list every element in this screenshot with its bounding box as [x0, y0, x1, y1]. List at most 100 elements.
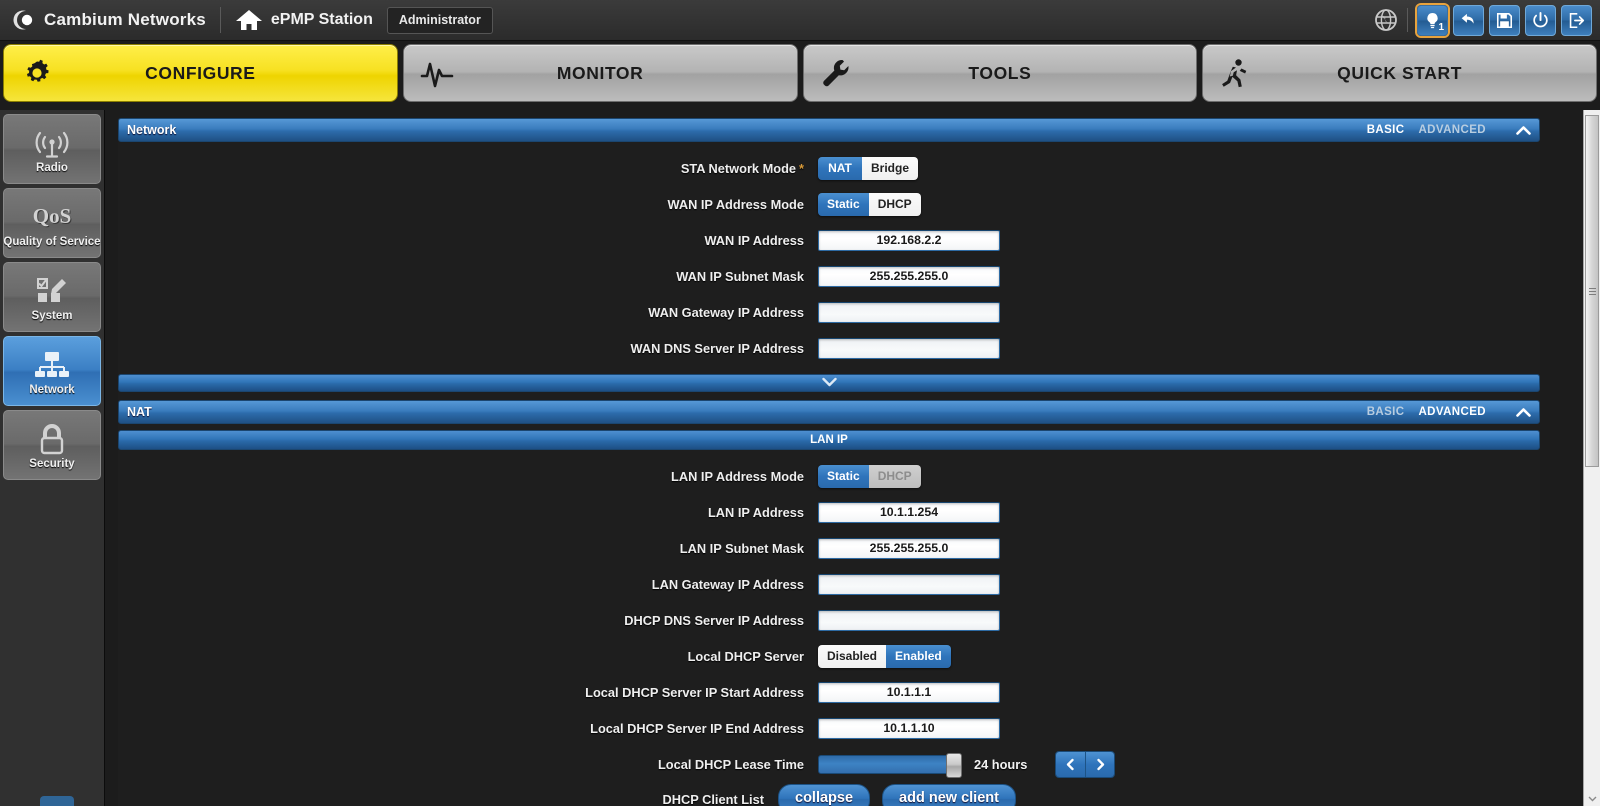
field-label: DHCP DNS Server IP Address — [118, 613, 818, 628]
toggle-option-disabled[interactable]: Disabled — [818, 645, 886, 668]
sidebar-item-quality-of-service[interactable]: QoS Quality of Service — [3, 188, 101, 258]
collapse-button[interactable]: collapse — [778, 784, 870, 806]
main-tabs: CONFIGURE MONITOR TOOLS QUICK START — [0, 44, 1600, 104]
scrollbar-thumb[interactable] — [1585, 115, 1599, 467]
row-lan-ip-address: LAN IP Address 10.1.1.254 — [118, 494, 1540, 530]
wrench-icon — [820, 57, 852, 89]
nat-advanced-link[interactable]: ADVANCED — [1418, 406, 1486, 418]
scroll-down-icon[interactable] — [1585, 791, 1599, 805]
lease-time-stepper — [1055, 751, 1115, 778]
sidebar-item-label: System — [32, 310, 73, 322]
lan-ip-subnet-mask-input[interactable]: 255.255.255.0 — [818, 538, 1000, 559]
chevron-up-icon[interactable] — [1516, 407, 1531, 418]
lease-time-value: 24 hours — [974, 757, 1027, 772]
row-wan-gateway-ip: WAN Gateway IP Address — [118, 294, 1540, 330]
role-badge[interactable]: Administrator — [387, 7, 493, 34]
dhcp-end-address-input[interactable]: 10.1.1.10 — [818, 718, 1000, 739]
qos-icon: QoS — [33, 199, 72, 235]
lan-gateway-ip-input[interactable] — [818, 574, 1000, 595]
tab-tools[interactable]: TOOLS — [803, 44, 1198, 102]
network-advanced-link[interactable]: ADVANCED — [1418, 124, 1486, 136]
power-button[interactable] — [1525, 5, 1556, 36]
panel-title: Network — [127, 123, 176, 137]
help-badge: 1 — [1438, 23, 1444, 33]
section-label: LAN IP — [810, 434, 848, 446]
nat-panel-header: NAT BASIC ADVANCED — [118, 400, 1540, 424]
device-name: ePMP Station — [271, 11, 373, 29]
toggle-option-bridge[interactable]: Bridge — [862, 157, 918, 180]
lan-ip-address-input[interactable]: 10.1.1.254 — [818, 502, 1000, 523]
wan-ip-address-mode-toggle[interactable]: Static DHCP — [818, 193, 921, 216]
field-label: DHCP Client List — [118, 792, 778, 806]
row-sta-network-mode: STA Network Mode* NAT Bridge — [118, 150, 1540, 186]
wan-ip-address-input[interactable]: 192.168.2.2 — [818, 230, 1000, 251]
chevron-right-icon[interactable] — [1085, 752, 1114, 777]
lease-time-control: 24 hours — [818, 751, 1115, 778]
sta-network-mode-toggle[interactable]: NAT Bridge — [818, 157, 918, 180]
lan-ip-section-bar: LAN IP — [118, 430, 1540, 450]
field-label: LAN IP Subnet Mask — [118, 541, 818, 556]
field-label: Local DHCP Lease Time — [118, 757, 818, 772]
field-label: Local DHCP Server IP Start Address — [118, 685, 818, 700]
sidebar-item-label: Security — [29, 458, 74, 470]
brand-name: Cambium Networks — [44, 10, 206, 30]
toggle-option-static[interactable]: Static — [818, 193, 869, 216]
sidebar-item-security[interactable]: Security — [3, 410, 101, 480]
nat-basic-link[interactable]: BASIC — [1367, 406, 1405, 418]
lease-time-slider[interactable] — [818, 755, 958, 774]
toggle-option-nat[interactable]: NAT — [818, 157, 862, 180]
chevron-left-icon[interactable] — [1056, 752, 1085, 777]
dhcp-start-address-input[interactable]: 10.1.1.1 — [818, 682, 1000, 703]
undo-button[interactable] — [1453, 5, 1484, 36]
toggle-option-dhcp[interactable]: DHCP — [869, 193, 921, 216]
runner-icon — [1219, 57, 1251, 89]
vertical-scrollbar[interactable] — [1583, 110, 1600, 806]
dhcp-dns-server-ip-input[interactable] — [818, 610, 1000, 631]
row-dhcp-client-list: DHCP Client List collapse add new client — [118, 782, 1540, 806]
field-label: LAN IP Address Mode — [118, 469, 818, 484]
field-label: WAN IP Subnet Mask — [118, 269, 818, 284]
chevron-down-icon — [822, 374, 837, 392]
field-label: Local DHCP Server — [118, 649, 818, 664]
sidebar-item-system[interactable]: System — [3, 262, 101, 332]
system-icon — [34, 273, 70, 309]
sidebar-item-label: Network — [29, 384, 74, 396]
logout-button[interactable] — [1561, 5, 1592, 36]
gear-icon — [20, 56, 54, 90]
sidebar-item-network[interactable]: Network — [3, 336, 101, 406]
tab-label: TOOLS — [804, 63, 1197, 84]
lan-ip-address-mode-toggle[interactable]: Static DHCP — [818, 465, 921, 488]
toggle-option-dhcp: DHCP — [869, 465, 921, 488]
cambium-logo-icon — [10, 7, 36, 33]
row-wan-ip-subnet-mask: WAN IP Subnet Mask 255.255.255.0 — [118, 258, 1540, 294]
slider-thumb[interactable] — [946, 753, 962, 778]
tab-monitor[interactable]: MONITOR — [403, 44, 798, 102]
row-wan-ip-address: WAN IP Address 192.168.2.2 — [118, 222, 1540, 258]
help-button[interactable]: 1 — [1417, 5, 1448, 36]
globe-icon[interactable] — [1374, 8, 1398, 32]
field-label: WAN IP Address — [118, 233, 818, 248]
save-button[interactable] — [1489, 5, 1520, 36]
row-dhcp-start-address: Local DHCP Server IP Start Address 10.1.… — [118, 674, 1540, 710]
wan-gateway-ip-input[interactable] — [818, 302, 1000, 323]
local-dhcp-server-toggle[interactable]: Disabled Enabled — [818, 645, 951, 668]
sidebar-item-radio[interactable]: Radio — [3, 114, 101, 184]
row-lan-gateway-ip: LAN Gateway IP Address — [118, 566, 1540, 602]
wan-dns-server-ip-input[interactable] — [818, 338, 1000, 359]
add-new-client-button[interactable]: add new client — [882, 784, 1016, 806]
required-marker: * — [799, 161, 804, 176]
network-form: STA Network Mode* NAT Bridge WAN IP Addr… — [118, 142, 1540, 366]
toggle-option-static[interactable]: Static — [818, 465, 869, 488]
tab-label: CONFIGURE — [4, 63, 397, 84]
toggle-option-enabled[interactable]: Enabled — [886, 645, 951, 668]
row-local-dhcp-server: Local DHCP Server Disabled Enabled — [118, 638, 1540, 674]
sidebar-item-label: Radio — [36, 162, 68, 174]
tab-quick-start[interactable]: QUICK START — [1202, 44, 1597, 102]
wan-ip-subnet-mask-input[interactable]: 255.255.255.0 — [818, 266, 1000, 287]
tab-configure[interactable]: CONFIGURE — [3, 44, 398, 102]
home-icon[interactable] — [235, 8, 263, 32]
network-expand-bar[interactable] — [118, 374, 1540, 392]
field-label: WAN IP Address Mode — [118, 197, 818, 212]
chevron-up-icon[interactable] — [1516, 125, 1531, 136]
network-basic-link[interactable]: BASIC — [1367, 124, 1405, 136]
